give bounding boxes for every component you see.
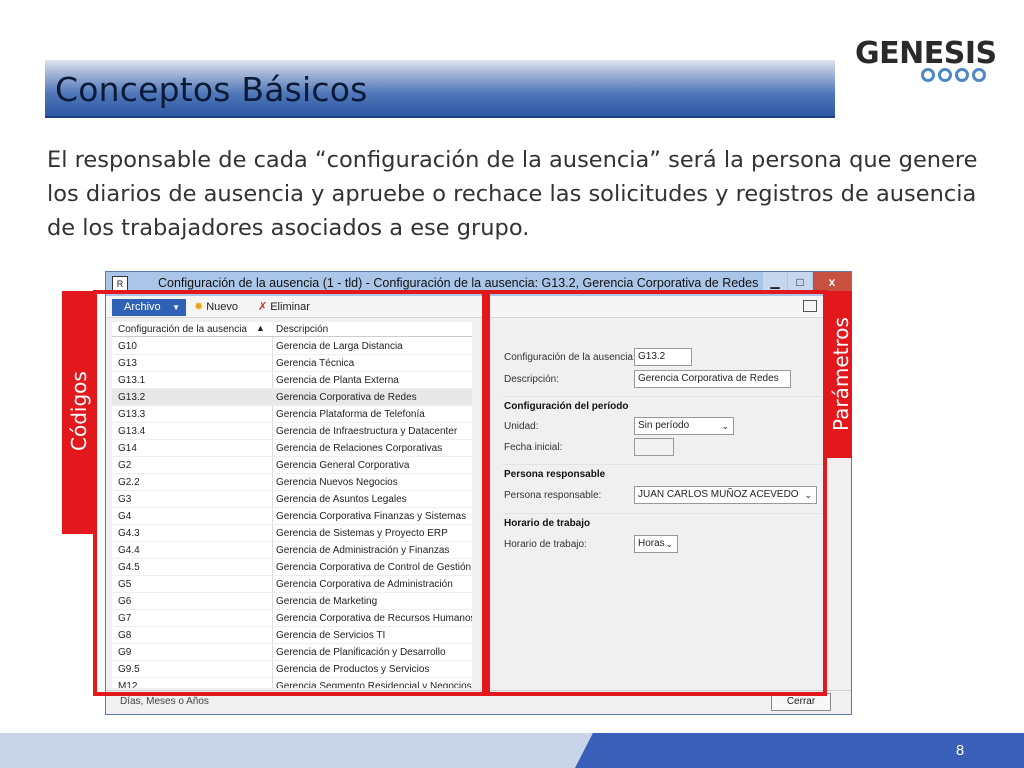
codes-tag: Códigos bbox=[62, 291, 93, 534]
genesis-logo: GENESIS bbox=[855, 36, 997, 86]
slide-title-bar: Conceptos Básicos bbox=[45, 60, 835, 118]
parameters-tag: Parámetros bbox=[827, 291, 853, 458]
page-number: 8 bbox=[955, 742, 965, 759]
parameters-tag-label: Parámetros bbox=[829, 317, 853, 431]
slide-body-text: El responsable de cada “configuración de… bbox=[47, 147, 978, 241]
minimize-button[interactable]: ▁ bbox=[763, 272, 787, 292]
logo-ring-icon bbox=[921, 68, 935, 82]
status-text: Días, Meses o Años bbox=[120, 696, 209, 707]
logo-ring-icon bbox=[938, 68, 952, 82]
logo-rings bbox=[921, 68, 986, 82]
logo-text: GENESIS bbox=[855, 36, 997, 71]
slide-title: Conceptos Básicos bbox=[55, 70, 368, 109]
codes-highlight-box bbox=[93, 290, 486, 696]
maximize-button[interactable]: □ bbox=[788, 272, 812, 292]
codes-tag-label: Códigos bbox=[67, 371, 91, 451]
window-title: Configuración de la ausencia (1 - tld) -… bbox=[158, 276, 759, 290]
parameters-highlight-box bbox=[486, 290, 827, 696]
close-window-button[interactable]: x bbox=[813, 272, 851, 292]
logo-ring-icon bbox=[955, 68, 969, 82]
logo-ring-icon bbox=[972, 68, 986, 82]
